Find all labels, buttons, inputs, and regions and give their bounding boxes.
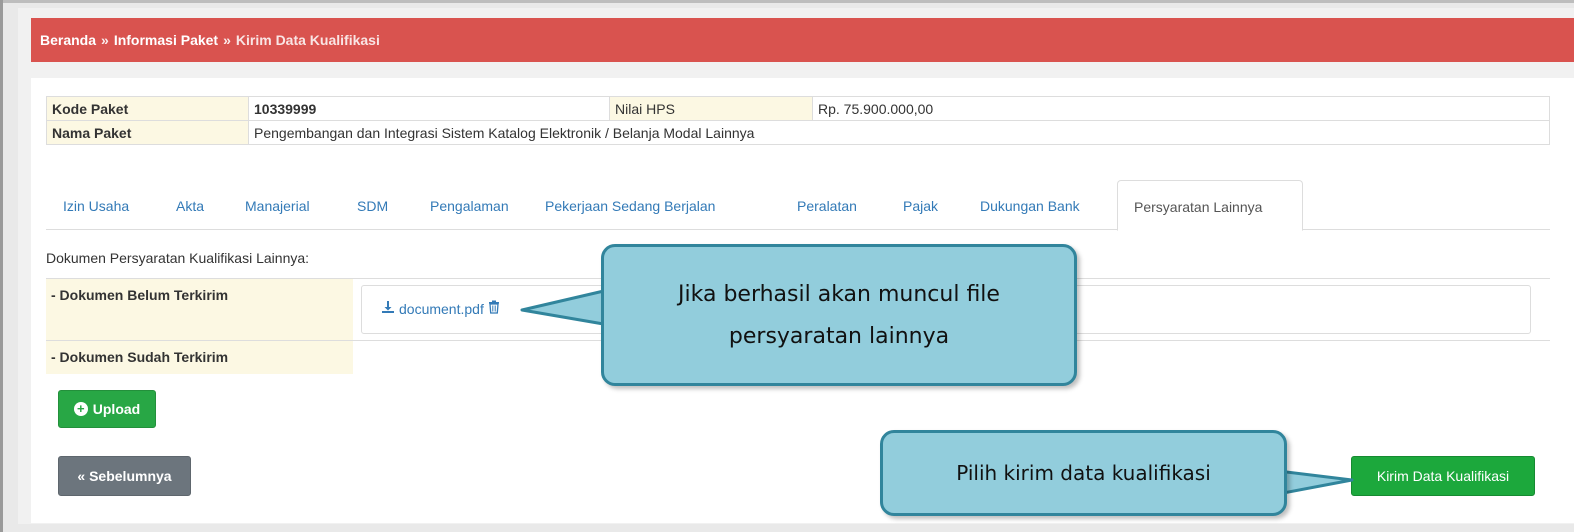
- frame-top-border: [0, 0, 1574, 3]
- tab-izin-usaha[interactable]: Izin Usaha: [63, 180, 129, 230]
- tab-sdm[interactable]: SDM: [357, 180, 388, 230]
- documents-title: Dokumen Persyaratan Kualifikasi Lainnya:: [46, 250, 310, 266]
- tab-pajak[interactable]: Pajak: [903, 180, 938, 230]
- breadcrumb-separator: »: [223, 32, 231, 48]
- download-icon: [381, 300, 395, 317]
- tab-peralatan[interactable]: Peralatan: [797, 180, 857, 230]
- trash-icon[interactable]: [488, 300, 500, 317]
- tab-pengalaman[interactable]: Pengalaman: [430, 180, 509, 230]
- callout-upload-line-1: Jika berhasil akan muncul file: [678, 282, 1000, 307]
- upload-button[interactable]: + Upload: [58, 390, 156, 428]
- tab-pekerjaan-sedang-berjalan[interactable]: Pekerjaan Sedang Berjalan: [545, 180, 715, 230]
- nilai-hps-value: Rp. 75.900.000,00: [812, 96, 1550, 121]
- nilai-hps-label: Nilai HPS: [609, 96, 813, 121]
- callout-send-hint: Pilih kirim data kualifikasi: [880, 430, 1287, 516]
- table-row: Nama Paket Pengembangan dan Integrasi Si…: [46, 120, 1550, 145]
- nama-paket-label: Nama Paket: [46, 120, 249, 145]
- frame-left-border: [0, 0, 3, 532]
- callout-upload-result: Jika berhasil akan muncul file persyarat…: [601, 244, 1077, 386]
- file-name-link[interactable]: document.pdf: [399, 301, 484, 317]
- kode-paket-label: Kode Paket: [46, 96, 249, 121]
- table-row: Kode Paket 10339999 Nilai HPS Rp. 75.900…: [46, 96, 1550, 121]
- previous-button[interactable]: « Sebelumnya: [58, 456, 191, 496]
- qualification-tabs: Izin Usaha Akta Manajerial SDM Pengalama…: [46, 180, 1550, 231]
- breadcrumb-separator: »: [101, 32, 109, 48]
- plus-circle-icon: +: [73, 402, 88, 416]
- breadcrumb-package-info[interactable]: Informasi Paket: [114, 32, 218, 48]
- breadcrumb-current: Kirim Data Kualifikasi: [235, 32, 380, 48]
- documents-not-sent-label: - Dokumen Belum Terkirim: [46, 279, 353, 340]
- breadcrumb: Beranda » Informasi Paket » Kirim Data K…: [31, 18, 1574, 62]
- nama-paket-value: Pengembangan dan Integrasi Sistem Katalo…: [248, 120, 1550, 145]
- tab-akta[interactable]: Akta: [176, 180, 204, 230]
- file-item[interactable]: document.pdf: [381, 300, 500, 317]
- send-qualification-button[interactable]: Kirim Data Kualifikasi: [1351, 456, 1535, 496]
- tab-dukungan-bank[interactable]: Dukungan Bank: [980, 180, 1080, 230]
- tab-persyaratan-lainnya[interactable]: Persyaratan Lainnya: [1117, 180, 1303, 231]
- breadcrumb-home[interactable]: Beranda: [40, 32, 96, 48]
- tab-manajerial[interactable]: Manajerial: [245, 180, 310, 230]
- kode-paket-value: 10339999: [248, 96, 610, 121]
- documents-sent-label: - Dokumen Sudah Terkirim: [46, 341, 353, 374]
- callout-upload-line-2: persyaratan lainnya: [728, 324, 950, 349]
- package-info-table: Kode Paket 10339999 Nilai HPS Rp. 75.900…: [46, 96, 1550, 145]
- upload-button-label: Upload: [92, 401, 141, 417]
